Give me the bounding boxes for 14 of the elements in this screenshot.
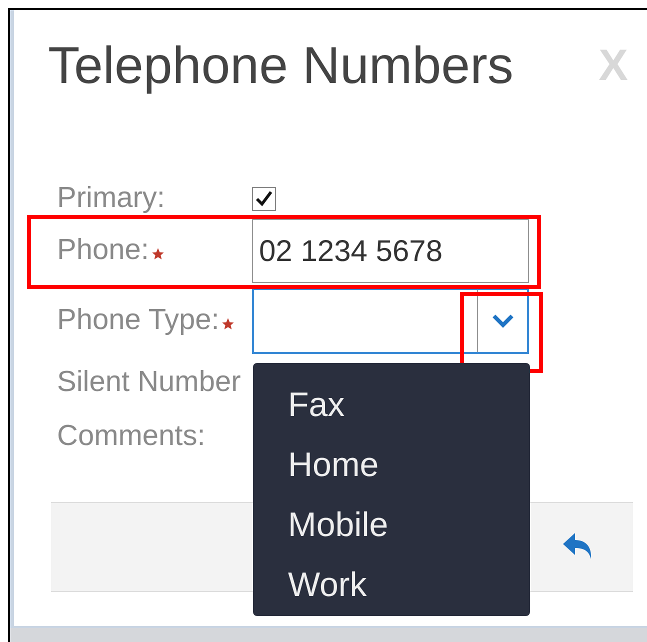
field-label: Phone: [57,233,149,268]
dropdown-option[interactable]: Mobile [288,500,388,552]
dropdown-option[interactable]: Home [288,440,379,491]
dialog-title: Telephone Numbers [48,36,514,97]
phone-input[interactable]: 02 1234 5678 [252,219,529,283]
field-label: Comments: [57,419,206,454]
phone-type-select[interactable] [252,288,529,354]
dropdown-option[interactable]: Fax [288,380,345,431]
chevron-down-icon [492,314,514,328]
field-label: Silent Number [57,365,241,400]
field-label: Primary: [57,181,165,216]
field-label: Phone Type: [57,303,220,338]
checkbox[interactable] [252,187,276,211]
dropdown-option[interactable]: Work [288,560,367,612]
